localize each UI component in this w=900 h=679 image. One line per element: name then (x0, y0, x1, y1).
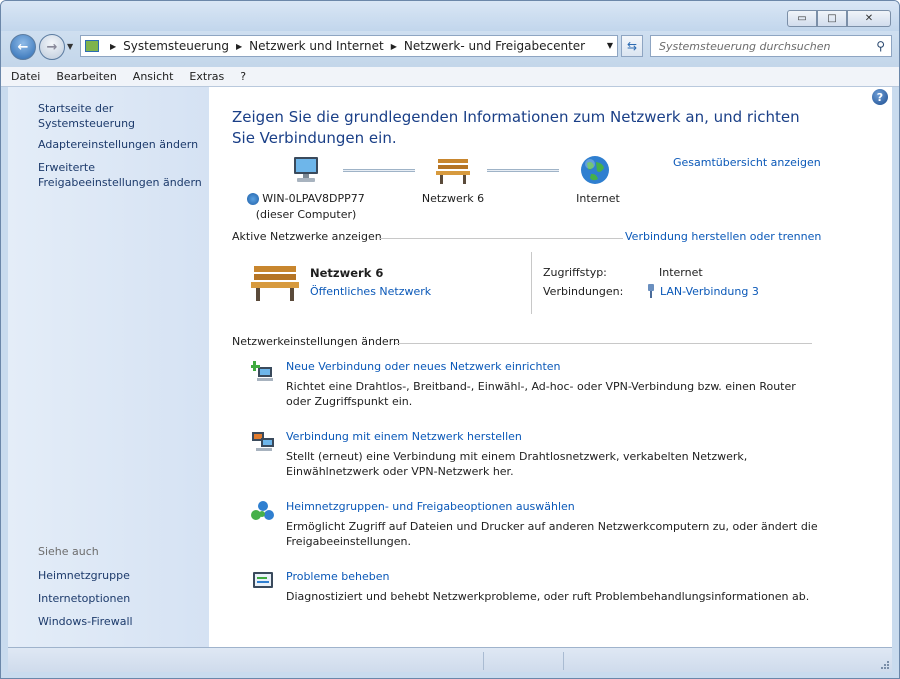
network-type-link[interactable]: Öffentliches Netzwerk (310, 285, 431, 298)
computer-icon (294, 157, 318, 182)
network-computer-icon (247, 193, 260, 205)
breadcrumb-separator[interactable]: ▶ (391, 42, 397, 51)
control-panel-icon (85, 40, 99, 52)
search-box[interactable]: ⚲ (650, 35, 892, 57)
sidebar-link-internet-options[interactable]: Internetoptionen (38, 591, 130, 606)
navigation-bar: ← → ▼ ▶ Systemsteuerung ▶ Netzwerk und I… (1, 31, 899, 67)
status-bar (8, 647, 892, 672)
connect-network-icon (252, 432, 274, 451)
breadcrumb-separator[interactable]: ▶ (236, 42, 242, 51)
refresh-button[interactable]: ⇆ (621, 35, 643, 57)
troubleshoot-icon (253, 572, 273, 588)
homegroup-icon (251, 501, 274, 520)
status-divider (483, 652, 484, 670)
task-description: Richtet eine Drahtlos-, Breitband-, Einw… (286, 380, 796, 408)
menu-bar: Datei Bearbeiten Ansicht Extras ? (1, 67, 899, 87)
address-bar[interactable]: ▶ Systemsteuerung ▶ Netzwerk und Interne… (80, 35, 618, 57)
internet-caption: Internet (576, 192, 620, 205)
network-caption: Netzwerk 6 (421, 192, 485, 205)
view-full-map-link[interactable]: Gesamtübersicht anzeigen (673, 156, 821, 169)
task-description: Diagnostiziert und behebt Netzwerkproble… (286, 590, 810, 603)
see-also-heading: Siehe auch (38, 545, 99, 558)
access-type-label: Zugriffstyp: (543, 266, 607, 279)
connections-label: Verbindungen: (543, 285, 624, 298)
menu-tools[interactable]: Extras (189, 70, 224, 83)
connection-line (487, 169, 559, 172)
computer-caption: WIN-0LPAV8DPP77 (dieser Computer) (241, 191, 371, 223)
maximize-button[interactable]: □ (817, 10, 847, 27)
lan-connection-link[interactable]: LAN-Verbindung 3 (660, 285, 759, 298)
menu-file[interactable]: Datei (11, 70, 40, 83)
sidebar-link-advanced-sharing[interactable]: Erweiterte Freigabeeinstellungen ändern (38, 160, 203, 190)
address-dropdown[interactable]: ▼ (607, 41, 613, 50)
resize-grip-icon[interactable] (880, 660, 890, 670)
task-title[interactable]: Heimnetzgruppen- und Freigabeoptionen au… (286, 500, 575, 513)
task-title[interactable]: Verbindung mit einem Netzwerk herstellen (286, 430, 522, 443)
new-connection-icon (251, 361, 273, 381)
lan-cable-icon (648, 284, 654, 298)
computer-subtitle: (dieser Computer) (255, 208, 357, 221)
globe-icon (581, 156, 609, 184)
task-description: Ermöglicht Zugriff auf Dateien und Druck… (286, 520, 818, 548)
forward-button[interactable]: → (39, 34, 65, 60)
task-description: Stellt (erneut) eine Verbindung mit eine… (286, 450, 748, 478)
explorer-window: ▭ □ ✕ ← → ▼ ▶ Systemsteuerung ▶ Netzwerk… (0, 0, 900, 679)
breadcrumb-sharing-center[interactable]: Netzwerk- und Freigabecenter (404, 39, 585, 53)
sidebar-link-control-panel-home[interactable]: Startseite der Systemsteuerung (38, 101, 209, 131)
search-icon[interactable]: ⚲ (876, 39, 885, 53)
search-input[interactable] (659, 39, 859, 53)
help-icon[interactable]: ? (872, 89, 888, 105)
menu-help[interactable]: ? (240, 70, 246, 83)
menu-edit[interactable]: Bearbeiten (56, 70, 116, 83)
back-button[interactable]: ← (10, 34, 36, 60)
breadcrumb-network-internet[interactable]: Netzwerk und Internet (249, 39, 384, 53)
section-divider (379, 238, 623, 239)
title-bar: ▭ □ ✕ (1, 1, 899, 31)
network-bench-icon (251, 266, 299, 301)
sidebar-link-homegroup[interactable]: Heimnetzgruppe (38, 568, 130, 583)
bench-icon (436, 159, 470, 184)
minimize-button[interactable]: ▭ (787, 10, 817, 27)
change-settings-heading: Netzwerkeinstellungen ändern (232, 335, 400, 348)
active-network-name: Netzwerk 6 (310, 266, 384, 280)
section-divider (395, 343, 812, 344)
task-sidebar: Startseite der Systemsteuerung Adapterei… (8, 87, 209, 647)
status-divider (563, 652, 564, 670)
sidebar-link-adapter-settings[interactable]: Adaptereinstellungen ändern (38, 137, 198, 152)
window-controls: ▭ □ ✕ (787, 10, 891, 27)
menu-view[interactable]: Ansicht (133, 70, 174, 83)
main-content: ? Zeigen Sie die grundlegenden Informati… (209, 87, 892, 647)
connection-line (343, 169, 415, 172)
active-networks-heading: Aktive Netzwerke anzeigen (232, 230, 382, 243)
page-title: Zeigen Sie die grundlegenden Information… (232, 108, 800, 147)
task-title[interactable]: Neue Verbindung oder neues Netzwerk einr… (286, 360, 561, 373)
access-type-value: Internet (659, 266, 703, 279)
vertical-divider (531, 252, 532, 314)
recent-pages-dropdown[interactable]: ▼ (67, 42, 73, 51)
sidebar-link-firewall[interactable]: Windows-Firewall (38, 614, 133, 629)
task-title[interactable]: Probleme beheben (286, 570, 389, 583)
close-button[interactable]: ✕ (847, 10, 891, 27)
connect-disconnect-link[interactable]: Verbindung herstellen oder trennen (625, 230, 821, 243)
computer-name: WIN-0LPAV8DPP77 (262, 192, 365, 205)
breadcrumb-separator[interactable]: ▶ (110, 42, 116, 51)
breadcrumb-control-panel[interactable]: Systemsteuerung (123, 39, 229, 53)
